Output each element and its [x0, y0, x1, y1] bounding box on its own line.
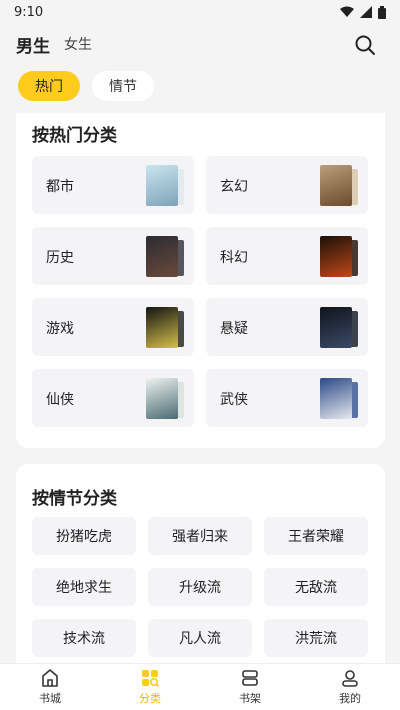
nav-item-bookshelf[interactable]: 书架: [210, 668, 290, 706]
bookshelf-icon: [242, 670, 258, 686]
plot-tile[interactable]: 强者归来: [148, 517, 252, 555]
content-scroll[interactable]: 按热门分类 都市 玄幻 历史 科幻 游戏 悬疑 仙侠 武侠 按情节分类 扮猪吃虎…: [0, 113, 400, 663]
plot-tile[interactable]: 升级流: [148, 568, 252, 606]
category-label: 仙侠: [46, 392, 74, 408]
book-cover: [146, 165, 178, 206]
plot-tile[interactable]: 绝地求生: [32, 568, 136, 606]
plot-tile[interactable]: 洪荒流: [264, 619, 368, 657]
category-tile-lishi[interactable]: 历史: [32, 227, 194, 285]
category-label: 悬疑: [220, 321, 248, 337]
book-cover: [146, 378, 178, 419]
category-label: 科幻: [220, 250, 248, 266]
filter-tabs: 热门 情节: [18, 71, 154, 101]
nav-label: 分类: [139, 692, 161, 705]
hot-section-title: 按热门分类: [32, 126, 117, 146]
book-cover: [320, 307, 352, 348]
category-icon: [142, 670, 160, 688]
book-cover: [320, 236, 352, 277]
category-label: 游戏: [46, 321, 74, 337]
nav-item-profile[interactable]: 我的: [310, 668, 390, 706]
plot-tile[interactable]: 无敌流: [264, 568, 368, 606]
hot-category-card: 按热门分类 都市 玄幻 历史 科幻 游戏 悬疑 仙侠 武侠: [16, 113, 385, 448]
book-cover: [320, 378, 352, 419]
nav-label: 我的: [339, 692, 361, 705]
nav-label: 书架: [239, 692, 261, 705]
nav-item-home[interactable]: 书城: [10, 668, 90, 706]
category-tile-xianxia[interactable]: 仙侠: [32, 369, 194, 427]
gender-female-tab[interactable]: 女生: [64, 34, 92, 54]
search-icon[interactable]: [354, 34, 376, 56]
home-icon: [42, 669, 58, 687]
nav-label: 书城: [39, 692, 61, 705]
status-time: 9:10: [14, 4, 44, 20]
plot-tile[interactable]: 凡人流: [148, 619, 252, 657]
header: 男生 女生: [0, 24, 400, 64]
wifi-icon: [340, 6, 354, 17]
plot-category-card: 按情节分类 扮猪吃虎 强者归来 王者荣耀 绝地求生 升级流 无敌流 技术流 凡人…: [16, 464, 385, 663]
plot-section-title: 按情节分类: [32, 489, 117, 509]
category-tile-youxi[interactable]: 游戏: [32, 298, 194, 356]
battery-icon: [378, 5, 386, 19]
category-tile-wuxia[interactable]: 武侠: [206, 369, 368, 427]
category-tile-dushi[interactable]: 都市: [32, 156, 194, 214]
book-cover: [146, 236, 178, 277]
plot-tile[interactable]: 王者荣耀: [264, 517, 368, 555]
signal-icon: [360, 6, 372, 18]
category-tile-xuanyi[interactable]: 悬疑: [206, 298, 368, 356]
category-tile-xuanhuan[interactable]: 玄幻: [206, 156, 368, 214]
status-icons: [340, 5, 386, 19]
nav-item-category[interactable]: 分类: [110, 668, 190, 706]
profile-icon: [342, 670, 358, 687]
category-tile-kehuan[interactable]: 科幻: [206, 227, 368, 285]
category-label: 历史: [46, 250, 74, 266]
bottom-nav: 书城 分类 书架 我的: [0, 663, 400, 710]
book-cover: [320, 165, 352, 206]
tab-plot[interactable]: 情节: [92, 71, 154, 101]
plot-tile[interactable]: 技术流: [32, 619, 136, 657]
plot-tile[interactable]: 扮猪吃虎: [32, 517, 136, 555]
tab-hot[interactable]: 热门: [18, 71, 80, 101]
gender-male-tab[interactable]: 男生: [16, 32, 50, 57]
category-label: 玄幻: [220, 179, 248, 195]
book-cover: [146, 307, 178, 348]
category-label: 武侠: [220, 392, 248, 408]
category-label: 都市: [46, 179, 74, 195]
status-bar: 9:10: [0, 0, 400, 24]
